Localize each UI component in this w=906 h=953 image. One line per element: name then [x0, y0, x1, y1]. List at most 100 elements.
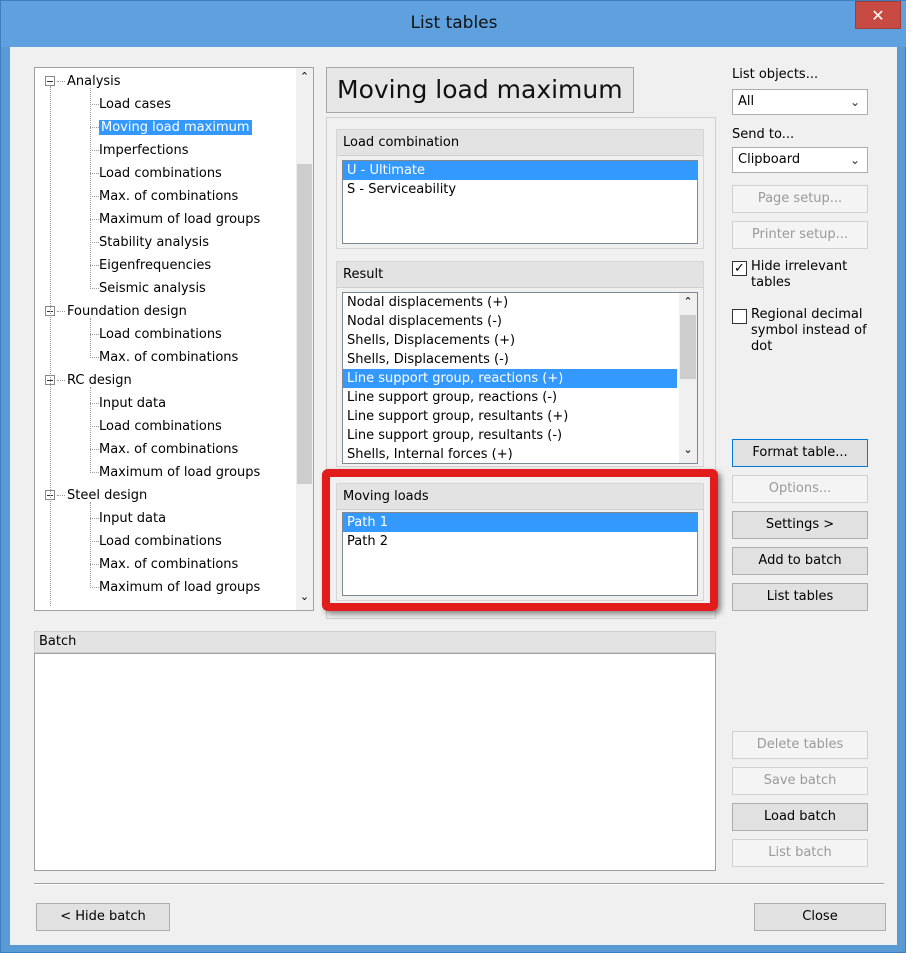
tree-item[interactable]: Max. of combinations [99, 185, 238, 208]
list-item[interactable]: Line support group, reactions (-) [343, 388, 677, 407]
result-list[interactable]: Nodal displacements (+) Nodal displacemen… [342, 292, 698, 464]
tree-item[interactable]: Input data [99, 392, 166, 415]
tree-scrollbar[interactable]: ⌃ ⌄ [296, 68, 313, 610]
page-title: Moving load maximum [326, 67, 634, 113]
list-item[interactable]: Nodal displacements (+) [343, 293, 677, 312]
tree-item[interactable]: Max. of combinations [99, 438, 238, 461]
send-to-label: Send to... [732, 127, 795, 142]
tree-item-label: Load cases [99, 97, 171, 112]
tree-item[interactable]: Load combinations [99, 162, 222, 185]
list-tables-button[interactable]: List tables [732, 583, 868, 611]
tree-item-label: Seismic analysis [99, 281, 206, 296]
list-item[interactable]: U - Ultimate [343, 161, 697, 180]
tree-item-label: Moving load maximum [99, 120, 252, 135]
regional-decimal-label: Regional decimal symbol instead of dot [751, 307, 867, 354]
tree-connector [90, 541, 99, 542]
load-batch-button[interactable]: Load batch [732, 803, 868, 831]
list-item[interactable]: Line support group, resultants (+) [343, 407, 677, 426]
batch-list[interactable] [34, 653, 716, 871]
hide-irrelevant-checkbox[interactable]: ✓ [732, 261, 747, 276]
tree-scroll-thumb[interactable] [297, 164, 312, 484]
load-combination-list[interactable]: U - Ultimate S - Serviceability [342, 160, 698, 244]
printer-setup-button[interactable]: Printer setup... [732, 221, 868, 249]
list-objects-label: List objects... [732, 67, 819, 82]
settings-button[interactable]: Settings > [732, 511, 868, 539]
tree-item[interactable]: Seismic analysis [99, 277, 206, 300]
list-item[interactable]: Shells, Displacements (+) [343, 331, 677, 350]
list-item[interactable]: Shells, Internal forces (+) [343, 445, 677, 463]
dialog-client: ⌃ ⌄ Analysis Load cases Moving load maximu… [10, 47, 897, 945]
tree-item-label: Maximum of load groups [99, 212, 261, 227]
hide-batch-button[interactable]: < Hide batch [36, 903, 170, 931]
tree-connector [90, 318, 91, 358]
tree-item-label: Analysis [67, 74, 121, 89]
table-tree[interactable]: ⌃ ⌄ Analysis Load cases Moving load maximu… [34, 67, 314, 611]
save-batch-button[interactable]: Save batch [732, 767, 868, 795]
tree-item-label: Max. of combinations [99, 442, 239, 457]
chevron-down-icon: ⌄ [849, 153, 860, 167]
regional-decimal-checkbox[interactable] [732, 309, 747, 324]
footer-separator [34, 883, 884, 885]
result-group: Result Nodal displacements (+) Nodal disp… [336, 261, 704, 467]
tree-group[interactable]: RC design [67, 369, 132, 392]
tree-item[interactable]: Load combinations [99, 323, 222, 346]
tree-item[interactable]: Maximum of load groups [99, 208, 260, 231]
format-table-button[interactable]: Format table... [732, 439, 868, 467]
result-scroll-thumb[interactable] [680, 315, 696, 379]
tree-item-label: Steel design [67, 488, 148, 503]
tree-connector [90, 403, 99, 404]
highlight-frame [322, 469, 718, 611]
list-item[interactable]: Nodal displacements (-) [343, 312, 677, 331]
send-to-select[interactable]: Clipboard ⌄ [732, 147, 868, 173]
options-button[interactable]: Options... [732, 475, 868, 503]
tree-connector [90, 265, 99, 266]
tree-connector [90, 518, 99, 519]
title-bar[interactable]: List tables ✕ [1, 1, 906, 47]
tree-connector [90, 564, 99, 565]
chevron-down-icon[interactable]: ⌄ [679, 443, 697, 456]
tree-connector [90, 173, 99, 174]
tree-connector [90, 150, 99, 151]
page-setup-button[interactable]: Page setup... [732, 185, 868, 213]
chevron-down-icon[interactable]: ⌄ [296, 590, 313, 603]
tree-group[interactable]: Analysis [67, 70, 121, 93]
tree-item[interactable]: Maximum of load groups [99, 576, 260, 599]
tree-group[interactable]: Steel design [67, 484, 147, 507]
tree-item[interactable]: Load combinations [99, 530, 222, 553]
tree-item-label: Stability analysis [99, 235, 209, 250]
tree-connector [90, 334, 99, 335]
load-combination-title: Load combination [337, 130, 703, 156]
chevron-up-icon[interactable]: ⌃ [679, 295, 697, 308]
tree-item[interactable]: Input data [99, 507, 166, 530]
list-item[interactable]: S - Serviceability [343, 180, 697, 199]
tree-item[interactable]: Imperfections [99, 139, 189, 162]
list-item[interactable]: Line support group, resultants (-) [343, 426, 677, 445]
add-to-batch-button[interactable]: Add to batch [732, 547, 868, 575]
tree-connector [90, 502, 91, 588]
tree-group[interactable]: Foundation design [67, 300, 187, 323]
window-title: List tables [410, 13, 498, 33]
list-objects-select[interactable]: All ⌄ [732, 89, 868, 115]
close-button[interactable]: Close [754, 903, 886, 931]
tree-item[interactable]: Eigenfrequencies [99, 254, 211, 277]
close-window-button[interactable]: ✕ [855, 1, 901, 29]
tree-item[interactable]: Max. of combinations [99, 553, 238, 576]
delete-tables-button[interactable]: Delete tables [732, 731, 868, 759]
tree-item[interactable]: Load cases [99, 93, 171, 116]
tree-item[interactable]: Moving load maximum [99, 116, 252, 139]
chevron-down-icon: ⌄ [849, 95, 860, 109]
list-item[interactable]: Line support group, reactions (+) [343, 369, 677, 388]
tree-item-label: Max. of combinations [99, 189, 239, 204]
chevron-up-icon[interactable]: ⌃ [296, 70, 313, 83]
result-title: Result [337, 262, 703, 288]
tree-item[interactable]: Maximum of load groups [99, 461, 260, 484]
list-item[interactable]: Shells, Displacements (-) [343, 350, 677, 369]
list-batch-button[interactable]: List batch [732, 839, 868, 867]
send-to-value: Clipboard [738, 152, 801, 167]
tree-item[interactable]: Stability analysis [99, 231, 209, 254]
tree-collapse-icon[interactable] [45, 76, 55, 86]
result-scrollbar[interactable]: ⌃ ⌄ [679, 293, 697, 463]
tree-item[interactable]: Max. of combinations [99, 346, 238, 369]
tree-item-label: Load combinations [99, 327, 222, 342]
tree-item[interactable]: Load combinations [99, 415, 222, 438]
